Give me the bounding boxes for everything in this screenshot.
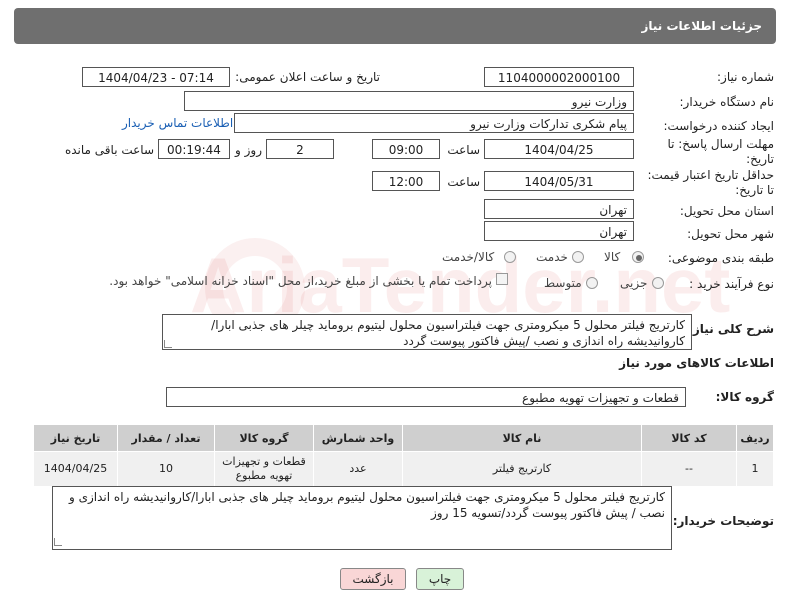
days-label: روز و [235, 143, 262, 157]
process-option-medium: متوسط [544, 276, 582, 290]
goods-info-title: اطلاعات کالاهای مورد نیاز [619, 356, 774, 370]
table-header-row: ردیف کد کالا نام کالا واحد شمارش گروه کا… [33, 424, 774, 452]
response-date-field[interactable]: 1404/04/25 [484, 139, 634, 159]
category-option-goods: کالا [604, 250, 621, 264]
category-label: طبقه بندی موضوعی: [667, 251, 774, 265]
price-validity-date-field[interactable]: 1404/05/31 [484, 171, 634, 191]
process-option-minor: جزیی [620, 276, 648, 290]
buyer-org-label: نام دستگاه خریدار: [679, 95, 775, 109]
price-validity-label-2: تا تاریخ: [735, 183, 774, 197]
cell-group: قطعات و تجهیزات تهویه مطبوع [214, 451, 314, 487]
category-option-goods-service: کالا/خدمت [442, 250, 495, 264]
cell-quantity: 10 [117, 451, 215, 487]
back-button[interactable]: بازگشت [340, 568, 406, 590]
announce-datetime-label: تاریخ و ساعت اعلان عمومی: [235, 70, 380, 84]
cell-item-name: کارتریج فیلتر [402, 451, 642, 487]
col-unit: واحد شمارش [313, 424, 403, 452]
buyer-org-field[interactable]: وزارت نیرو [184, 91, 634, 111]
price-validity-time-label: ساعت [447, 175, 480, 189]
general-description-text[interactable]: کارتریج فیلتر محلول 5 میکرومتری جهت فیلت… [162, 314, 692, 350]
treasury-payment-note: پرداخت تمام یا بخشی از مبلغ خرید،از محل … [109, 274, 492, 288]
cell-need-date: 1404/04/25 [33, 451, 118, 487]
process-radio-medium[interactable] [586, 277, 598, 289]
cell-row-number: 1 [736, 451, 774, 487]
col-quantity: تعداد / مقدار [117, 424, 215, 452]
col-group: گروه کالا [214, 424, 314, 452]
time-remaining-label: ساعت باقی مانده [64, 143, 154, 157]
purchase-process-label: نوع فرآیند خرید : [689, 277, 774, 291]
delivery-city-label: شهر محل تحویل: [687, 227, 774, 241]
col-row-number: ردیف [736, 424, 774, 452]
table-row[interactable]: 1 -- کارتریج فیلتر عدد قطعات و تجهیزات ت… [33, 451, 774, 487]
resize-grip-icon[interactable] [54, 538, 62, 546]
response-time-label: ساعت [447, 143, 480, 157]
announce-datetime-field[interactable]: 1404/04/23 - 07:14 [82, 67, 230, 87]
page-title: جزئیات اطلاعات نیاز [14, 8, 776, 44]
resize-grip-icon[interactable] [164, 340, 172, 348]
need-number-field[interactable]: 1104000002000100 [484, 67, 634, 87]
category-radio-goods-service[interactable] [504, 251, 516, 263]
goods-group-label: گروه کالا: [715, 390, 774, 404]
goods-group-field[interactable]: قطعات و تجهیزات تهویه مطبوع [166, 387, 686, 407]
cell-unit: عدد [313, 451, 403, 487]
col-item-code: کد کالا [641, 424, 737, 452]
col-need-date: تاریخ نیاز [33, 424, 118, 452]
category-option-service: خدمت [536, 250, 568, 264]
category-radio-goods[interactable] [632, 251, 644, 263]
buyer-notes-label: توضیحات خریدار: [672, 514, 774, 528]
need-number-label: شماره نیاز: [717, 70, 774, 84]
process-radio-minor[interactable] [652, 277, 664, 289]
delivery-city-field[interactable]: تهران [484, 221, 634, 241]
goods-table: ردیف کد کالا نام کالا واحد شمارش گروه کا… [33, 424, 774, 487]
price-validity-label: حداقل تاریخ اعتبار قیمت: [647, 168, 774, 182]
response-time-field[interactable]: 09:00 [372, 139, 440, 159]
price-validity-time-field[interactable]: 12:00 [372, 171, 440, 191]
general-description-label: شرح کلی نیاز: [688, 322, 774, 336]
buyer-contact-link[interactable]: اطلاعات تماس خریدار [122, 116, 233, 130]
days-remaining-field[interactable]: 2 [266, 139, 334, 159]
col-item-name: نام کالا [402, 424, 642, 452]
buyer-notes-text[interactable]: کارتریج فیلتر محلول 5 میکرومتری جهت فیلت… [52, 486, 672, 550]
cell-item-code: -- [641, 451, 737, 487]
category-radio-service[interactable] [572, 251, 584, 263]
treasury-payment-checkbox[interactable] [496, 273, 508, 285]
delivery-province-label: استان محل تحویل: [679, 204, 774, 218]
print-button[interactable]: چاپ [416, 568, 464, 590]
response-deadline-label-2: تاریخ: [746, 152, 774, 166]
delivery-province-field[interactable]: تهران [484, 199, 634, 219]
time-remaining-field[interactable]: 00:19:44 [158, 139, 230, 159]
requester-label: ایجاد کننده درخواست: [663, 119, 774, 133]
requester-field[interactable]: پیام شکری تدارکات وزارت نیرو [234, 113, 634, 133]
response-deadline-label: مهلت ارسال پاسخ: تا [667, 137, 774, 151]
